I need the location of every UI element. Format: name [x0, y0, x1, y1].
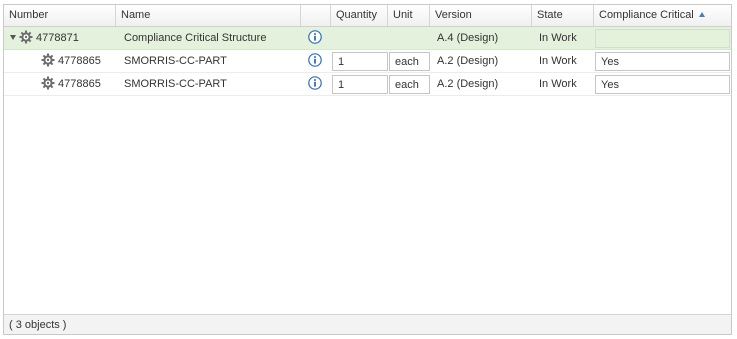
quantity-field[interactable]: 1 [332, 75, 388, 94]
cell-state: In Work [539, 78, 577, 90]
sort-ascending-icon [698, 12, 705, 17]
cell-name: SMORRIS-CC-PART [124, 55, 227, 67]
cell-number: 4778865 [4, 50, 116, 72]
compliance-critical-field[interactable] [595, 29, 730, 48]
column-header-number[interactable]: Number [4, 5, 116, 26]
unit-field[interactable]: each [389, 75, 430, 94]
cell-info[interactable] [301, 27, 331, 49]
part-number[interactable]: 4778871 [36, 32, 79, 44]
compliance-critical-field[interactable]: Yes [595, 75, 730, 94]
info-icon[interactable] [308, 53, 322, 67]
column-label: Unit [393, 9, 413, 21]
column-label: Version [435, 9, 472, 21]
column-header-name[interactable]: Name [116, 5, 301, 26]
info-icon[interactable] [308, 30, 322, 44]
gear-icon [41, 76, 55, 90]
column-header-state[interactable]: State [532, 5, 594, 26]
column-label: Name [121, 9, 151, 21]
cell-name: Compliance Critical Structure [124, 32, 267, 44]
cell-number: 4778865 [4, 73, 116, 95]
compliance-critical-field[interactable]: Yes [595, 52, 730, 71]
column-label: Compliance Critical [599, 9, 694, 21]
structure-table: Number Name Quantity Unit Version State … [3, 4, 732, 335]
gear-icon [19, 30, 33, 44]
column-label: State [537, 9, 563, 21]
table-row[interactable]: 4778871 Compliance Critical Structure A.… [4, 27, 731, 50]
column-header-compliance-critical[interactable]: Compliance Critical [594, 5, 731, 26]
table-row[interactable]: 4778865 SMORRIS-CC-PART 1 each A.2 (Desi… [4, 50, 731, 73]
info-icon[interactable] [308, 76, 322, 90]
column-header-unit[interactable]: Unit [388, 5, 430, 26]
unit-field[interactable]: each [389, 52, 430, 71]
table-footer: ( 3 objects ) [4, 314, 731, 334]
cell-state: In Work [539, 32, 577, 44]
cell-number: 4778871 [4, 27, 116, 49]
column-label: Quantity [336, 9, 377, 21]
part-number[interactable]: 4778865 [58, 78, 101, 90]
column-label: Number [9, 9, 49, 21]
cell-version: A.2 (Design) [437, 55, 499, 67]
cell-version: A.2 (Design) [437, 78, 499, 90]
cell-info[interactable] [301, 73, 331, 95]
table-row[interactable]: 4778865 SMORRIS-CC-PART 1 each A.2 (Desi… [4, 73, 731, 96]
column-header-info[interactable] [301, 5, 331, 26]
cell-version: A.4 (Design) [437, 32, 499, 44]
gear-icon [41, 53, 55, 67]
table-header: Number Name Quantity Unit Version State … [4, 5, 731, 27]
column-header-quantity[interactable]: Quantity [331, 5, 388, 26]
cell-name: SMORRIS-CC-PART [124, 78, 227, 90]
object-count: ( 3 objects ) [9, 319, 67, 331]
quantity-field[interactable]: 1 [332, 52, 388, 71]
column-header-version[interactable]: Version [430, 5, 532, 26]
triangle-down-icon[interactable] [10, 35, 16, 40]
part-number[interactable]: 4778865 [58, 55, 101, 67]
cell-state: In Work [539, 55, 577, 67]
cell-info[interactable] [301, 50, 331, 72]
